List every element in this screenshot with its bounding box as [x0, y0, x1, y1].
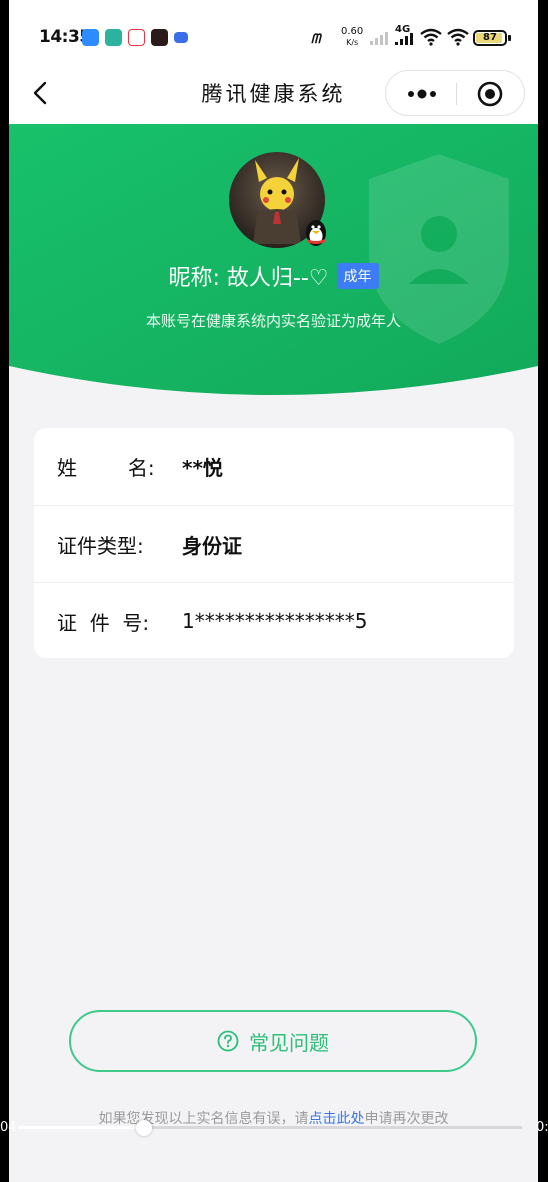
red-app-icon — [128, 29, 145, 46]
nickname: 昵称: 故人归--♡ — [168, 266, 329, 291]
question-circle-icon — [217, 1030, 239, 1052]
signal-2-icon — [395, 33, 413, 45]
video-progress-handle[interactable] — [136, 1120, 152, 1136]
info-value: 身份证 — [182, 533, 242, 558]
qq-penguin-icon — [306, 220, 326, 246]
adult-badge: 成年 — [336, 263, 379, 289]
nickname-row: 昵称: 故人归--♡ 成年 — [9, 260, 538, 292]
nav-bar: 腾讯健康系统 — [9, 62, 538, 124]
video-live-app-icon — [105, 29, 122, 46]
info-value: **悦 — [182, 456, 223, 480]
video-progress-track[interactable] — [18, 1126, 522, 1129]
app-screen: 14:35 ᗰ 0.60 K/s 4G 87 腾讯健康系统 昵称: 故人归--♡… — [9, 0, 538, 1182]
hero-banner: 昵称: 故人归--♡ 成年 本账号在健康系统内实名验证为成年人 — [9, 124, 538, 404]
wifi-2-icon — [447, 28, 469, 46]
info-label: 姓 名: — [57, 456, 155, 480]
svg-text:ᗰ: ᗰ — [311, 32, 323, 44]
footer-note: 如果您发现以上实名信息有误，请点击此处申请再次更改 — [98, 1111, 449, 1127]
zoom-app-icon — [82, 29, 99, 46]
net-speed: 0.60 K/s — [341, 26, 364, 47]
identity-info-card: 姓 名: **悦 证件类型: 身份证 证 件 号: 1*************… — [34, 428, 514, 658]
video-time-total: 0: — [536, 1120, 548, 1135]
info-label: 证 件 号: — [57, 610, 150, 635]
battery-icon: 87 — [473, 30, 507, 46]
blue-app-icon — [174, 32, 188, 43]
close-miniprogram-icon[interactable] — [476, 80, 504, 108]
info-row-name: 姓 名: **悦 — [34, 428, 514, 505]
faq-button[interactable]: 常见问题 — [69, 1010, 477, 1072]
info-label: 证件类型: — [57, 533, 144, 558]
verify-description: 本账号在健康系统内实名验证为成年人 — [145, 312, 401, 330]
wifi-icon — [420, 28, 442, 46]
info-row-id-type: 证件类型: 身份证 — [34, 505, 514, 582]
mini-program-capsule — [385, 70, 525, 116]
status-bar: 14:35 ᗰ 0.60 K/s 4G 87 — [9, 0, 538, 70]
info-value: 1****************5 — [182, 609, 368, 633]
info-row-id-number: 证 件 号: 1****************5 — [34, 582, 514, 659]
faq-label: 常见问题 — [249, 1030, 329, 1055]
change-request-link[interactable]: 点击此处 — [309, 1111, 365, 1127]
dark-app-icon — [151, 29, 168, 46]
hd-icon: ᗰ — [311, 32, 323, 44]
more-dots-icon[interactable] — [404, 83, 440, 105]
signal-1-icon — [370, 30, 388, 45]
video-time-elapsed: 04 — [0, 1120, 17, 1135]
video-progress-fill — [18, 1126, 144, 1129]
